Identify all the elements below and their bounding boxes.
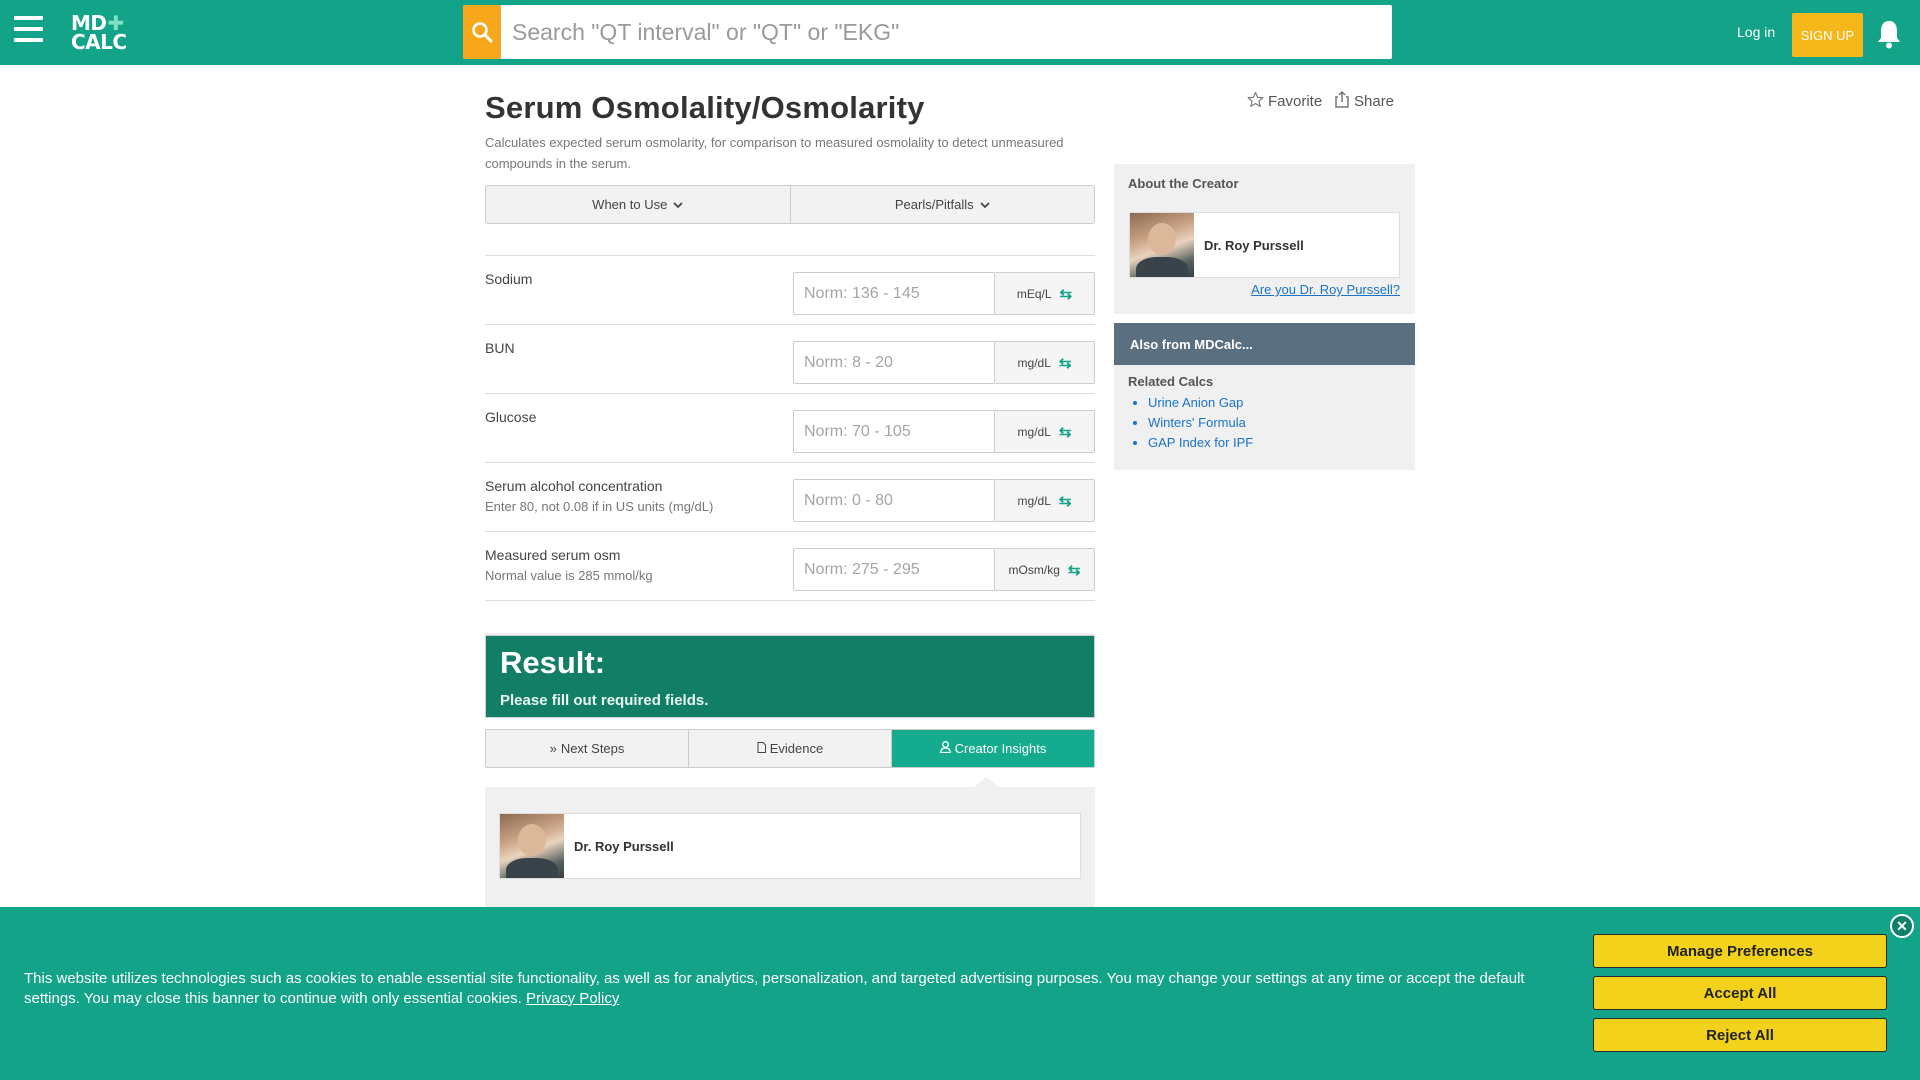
page-subtitle: Calculates expected serum osmolarity, fo…: [485, 135, 1064, 171]
glucose-input[interactable]: [793, 410, 995, 453]
chevron-down-icon: [673, 197, 683, 212]
field-label: Sodium: [485, 271, 533, 287]
field-hint: Normal value is 285 mmol/kg: [485, 568, 653, 583]
signup-button[interactable]: SIGN UP: [1792, 13, 1863, 57]
share-button[interactable]: Share: [1334, 90, 1395, 112]
swap-units-icon: ⇆: [1059, 285, 1073, 303]
privacy-policy-link[interactable]: Privacy Policy: [526, 990, 619, 1007]
bun-input[interactable]: [793, 341, 995, 384]
also-from-mdcalc-panel: Also from MDCalc... Related Calcs Urine …: [1114, 323, 1415, 470]
related-calc-link[interactable]: GAP Index for IPF: [1148, 433, 1253, 453]
also-from-mdcalc-header: Also from MDCalc...: [1114, 323, 1415, 365]
cookie-banner: This website utilizes technologies such …: [0, 907, 1920, 1080]
field-measured-osm: Measured serum osm Normal value is 285 m…: [485, 532, 1095, 601]
unit-toggle[interactable]: mg/dL ⇆: [995, 341, 1095, 384]
field-label: Measured serum osm: [485, 547, 621, 563]
login-link[interactable]: Log in: [1737, 24, 1775, 40]
chevron-down-icon: [979, 197, 990, 212]
favorite-button[interactable]: Favorite: [1247, 91, 1322, 112]
top-nav-bar: MD✚ CALC Log in SIGN UP: [0, 0, 1920, 65]
related-calc-link[interactable]: Winters' Formula: [1148, 413, 1253, 433]
sidebar-creator-card[interactable]: Dr. Roy Purssell: [1129, 212, 1400, 278]
field-sodium: Sodium mEq/L⇆: [485, 256, 1095, 325]
unit-toggle[interactable]: mEq/L ⇆: [995, 272, 1095, 315]
unit-toggle[interactable]: mg/dL ⇆: [995, 410, 1095, 453]
related-calcs-list: Urine Anion Gap Winters' Formula GAP Ind…: [1148, 393, 1253, 453]
share-label: Share: [1354, 93, 1395, 110]
search-input[interactable]: [501, 5, 1392, 59]
person-icon: [939, 741, 951, 756]
about-creator-panel: About the Creator Dr. Roy Purssell Are y…: [1114, 164, 1415, 314]
pearls-pitfalls-toggle[interactable]: Pearls/Pitfalls: [789, 186, 1095, 223]
mdcalc-logo[interactable]: MD✚ CALC: [71, 13, 127, 52]
field-label: Serum alcohol concentration: [485, 478, 663, 494]
claim-profile-link[interactable]: Are you Dr. Roy Purssell?: [1251, 282, 1400, 297]
page-title: Serum Osmolality/Osmolarity: [485, 90, 925, 125]
info-accordion: When to Use Pearls/Pitfalls: [485, 185, 1095, 224]
double-chevron-right-icon: »: [549, 741, 557, 756]
swap-units-icon: ⇆: [1058, 354, 1072, 372]
tab-pointer: [974, 777, 998, 787]
creator-avatar: [500, 814, 564, 878]
search-icon[interactable]: [463, 5, 501, 59]
creator-card[interactable]: Dr. Roy Purssell: [499, 813, 1081, 879]
result-title: Result:: [500, 645, 606, 680]
field-label: Glucose: [485, 409, 537, 425]
unit-toggle[interactable]: mg/dL ⇆: [995, 479, 1095, 522]
document-icon: [757, 741, 766, 756]
field-bun: BUN mg/dL⇆: [485, 325, 1095, 394]
serum-alcohol-input[interactable]: [793, 479, 995, 522]
field-glucose: Glucose mg/dL⇆: [485, 394, 1095, 463]
swap-units-icon: ⇆: [1058, 423, 1072, 441]
cookie-text: This website utilizes technologies such …: [24, 970, 1525, 1007]
creator-name: Dr. Roy Purssell: [574, 838, 674, 854]
about-creator-title: About the Creator: [1128, 176, 1239, 191]
swap-units-icon: ⇆: [1067, 561, 1081, 579]
search-bar: [463, 5, 1392, 59]
creator-avatar: [1130, 213, 1194, 277]
related-calc-link[interactable]: Urine Anion Gap: [1148, 393, 1253, 413]
share-icon: [1334, 90, 1350, 112]
star-icon: [1247, 91, 1264, 112]
close-icon[interactable]: ✕: [1890, 914, 1914, 938]
hamburger-menu-icon[interactable]: [14, 16, 43, 44]
when-to-use-toggle[interactable]: When to Use: [486, 186, 790, 223]
measured-osm-input[interactable]: [793, 548, 995, 591]
result-message: Please fill out required fields.: [500, 692, 709, 709]
result-box: Result: Please fill out required fields.: [485, 635, 1095, 718]
sodium-input[interactable]: [793, 272, 995, 315]
favorite-label: Favorite: [1268, 93, 1323, 110]
swap-units-icon: ⇆: [1058, 492, 1072, 510]
field-label: BUN: [485, 340, 515, 356]
notification-bell-icon[interactable]: [1875, 19, 1903, 54]
input-fields: Sodium mEq/L⇆ BUN mg/dL⇆ Glucose mg/dL⇆ …: [485, 255, 1095, 601]
field-hint: Enter 80, not 0.08 if in US units (mg/dL…: [485, 499, 714, 514]
unit-toggle[interactable]: mOsm/kg ⇆: [995, 548, 1095, 591]
tab-evidence[interactable]: Evidence: [688, 730, 891, 767]
field-serum-alcohol: Serum alcohol concentration Enter 80, no…: [485, 463, 1095, 532]
creator-name: Dr. Roy Purssell: [1204, 237, 1304, 253]
related-calcs-title: Related Calcs: [1128, 374, 1214, 389]
result-tabs: » Next Steps Evidence Creator Insights: [485, 729, 1095, 768]
reject-all-button[interactable]: Reject All: [1593, 1018, 1887, 1052]
manage-preferences-button[interactable]: Manage Preferences: [1593, 934, 1887, 968]
tab-next-steps[interactable]: » Next Steps: [486, 730, 688, 767]
creator-insights-panel: Dr. Roy Purssell: [485, 787, 1095, 907]
accept-all-button[interactable]: Accept All: [1593, 976, 1887, 1010]
tab-creator-insights[interactable]: Creator Insights: [891, 730, 1094, 767]
